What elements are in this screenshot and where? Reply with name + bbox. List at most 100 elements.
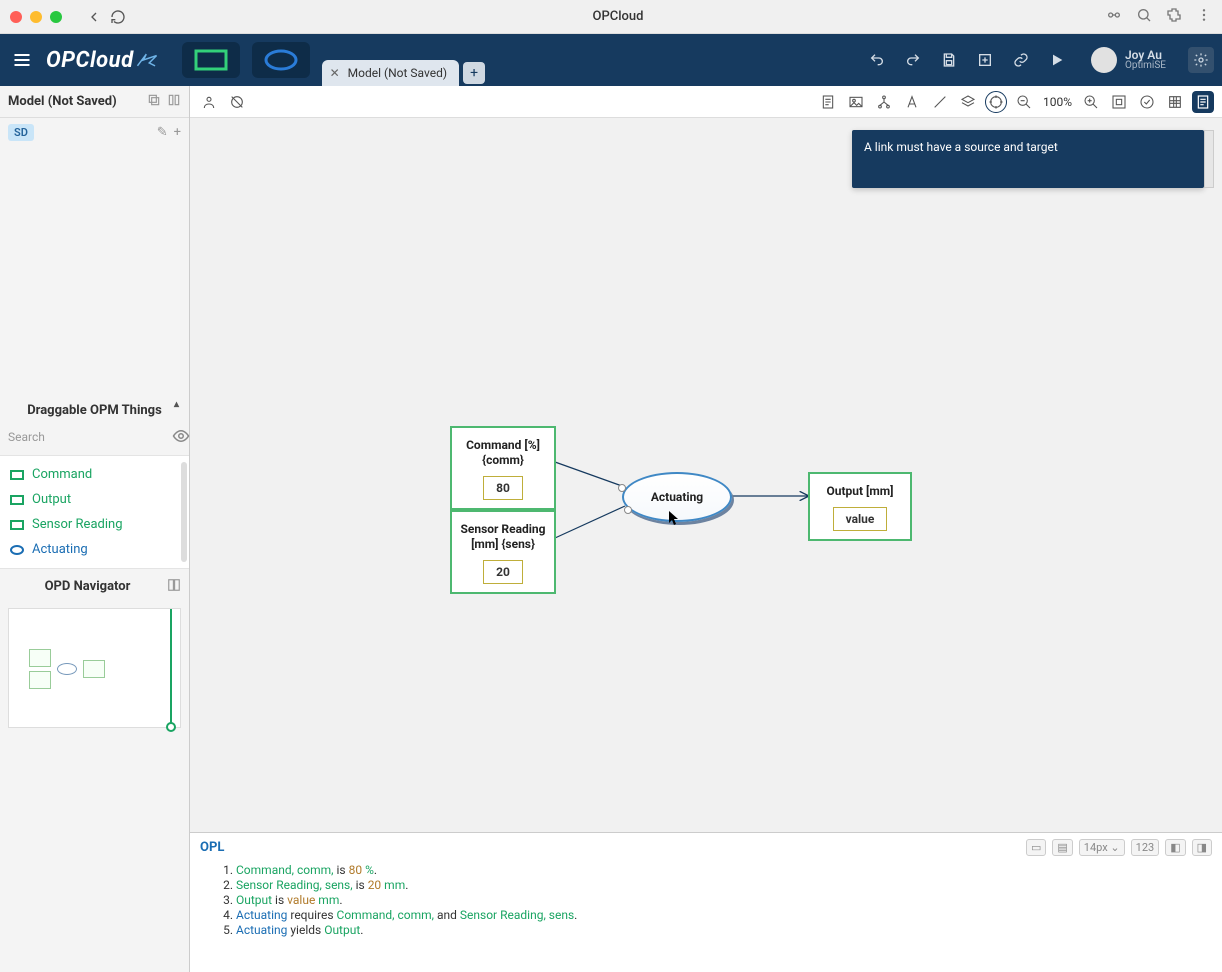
sidebar: Model (Not Saved) SD ✎ + Draggable OPM T…	[0, 86, 190, 972]
sd-chip[interactable]: SD	[8, 124, 34, 141]
opl-line: Command, comm, is 80 %.	[236, 863, 1202, 877]
object-shape-tool[interactable]	[182, 42, 240, 78]
draggable-header: Draggable OPM Things▴	[0, 397, 189, 426]
things-scrollbar[interactable]	[181, 462, 187, 562]
hamburger-menu-button[interactable]	[8, 46, 36, 74]
search-icon[interactable]	[1136, 7, 1152, 27]
opl-panel-toggle-2[interactable]: ◨	[1192, 839, 1212, 856]
back-button[interactable]	[82, 5, 106, 29]
sidebar-model-header: Model (Not Saved)	[0, 86, 189, 118]
validate-button[interactable]	[1136, 91, 1158, 113]
close-window-button[interactable]	[10, 11, 22, 23]
maximize-window-button[interactable]	[50, 11, 62, 23]
top-actions: Joy Au OptimiSE	[867, 47, 1214, 73]
save-button[interactable]	[939, 50, 959, 70]
zoom-level[interactable]: 100%	[1041, 95, 1074, 109]
opd-thumbnail[interactable]	[8, 608, 181, 728]
window-controls	[10, 11, 62, 23]
reload-button[interactable]	[106, 5, 130, 29]
zoom-in-button[interactable]	[1080, 91, 1102, 113]
export-button[interactable]	[975, 50, 995, 70]
vpn-icon[interactable]	[1106, 7, 1122, 27]
avatar	[1091, 47, 1117, 73]
thing-item-sensor-reading[interactable]: Sensor Reading	[0, 512, 189, 537]
hierarchy-icon[interactable]	[873, 91, 895, 113]
opl-header: OPL	[200, 840, 224, 855]
user-chip[interactable]: Joy Au OptimiSE	[1091, 47, 1166, 73]
collapse-icon[interactable]	[167, 92, 181, 111]
opd-navigator-header: OPD Navigator	[0, 569, 189, 604]
things-list: Command Output Sensor Reading Actuating	[0, 455, 189, 569]
window-title: OPCloud	[130, 9, 1106, 24]
copy-icon[interactable]	[147, 92, 161, 111]
settings-button[interactable]	[1188, 47, 1214, 73]
redo-button[interactable]	[903, 50, 923, 70]
opl-view-toggle-2[interactable]: ▤	[1052, 839, 1072, 856]
thing-item-actuating[interactable]: Actuating	[0, 537, 189, 562]
app-logo: OPCloud	[46, 48, 158, 73]
search-input[interactable]	[8, 426, 164, 449]
run-button[interactable]	[1047, 50, 1067, 70]
object-icon	[10, 520, 24, 530]
person-tool-icon[interactable]	[198, 91, 220, 113]
window-titlebar: OPCloud	[0, 0, 1222, 34]
node-title: Sensor Reading [mm] {sens}	[460, 522, 546, 552]
edit-icon[interactable]: ✎	[157, 125, 168, 140]
styles-tool-icon[interactable]	[226, 91, 248, 113]
opl-view-toggle-1[interactable]: ▭	[1026, 839, 1046, 856]
node-title: Command [%] {comm}	[460, 438, 546, 468]
tab-model[interactable]: ✕ Model (Not Saved)	[322, 60, 459, 86]
node-value: value	[833, 507, 888, 531]
tab-add-button[interactable]: +	[463, 62, 485, 84]
node-title: Output [mm]	[818, 484, 902, 499]
minimize-window-button[interactable]	[30, 11, 42, 23]
zoom-out-button[interactable]	[1013, 91, 1035, 113]
undo-button[interactable]	[867, 50, 887, 70]
object-icon	[10, 470, 24, 480]
cursor-icon	[668, 510, 680, 526]
add-icon[interactable]: +	[174, 125, 181, 140]
thing-item-command[interactable]: Command	[0, 462, 189, 487]
extension-icon[interactable]	[1166, 7, 1182, 27]
line-tool-icon[interactable]	[929, 91, 951, 113]
tabs-bar: ✕ Model (Not Saved) +	[322, 34, 485, 86]
app-topbar: OPCloud ✕ Model (Not Saved) +	[0, 34, 1222, 86]
visibility-icon[interactable]	[172, 427, 190, 449]
thing-item-output[interactable]: Output	[0, 487, 189, 512]
grid-button[interactable]	[1164, 91, 1186, 113]
opl-line: Actuating requires Command, comm, and Se…	[236, 908, 1202, 922]
object-icon	[10, 495, 24, 505]
model-title: Model (Not Saved)	[8, 94, 117, 109]
opl-body: Command, comm, is 80 %.Sensor Reading, s…	[190, 862, 1222, 946]
opl-panel-toggle-1[interactable]: ◧	[1165, 839, 1185, 856]
layers-icon[interactable]	[957, 91, 979, 113]
node-sensor[interactable]: Sensor Reading [mm] {sens} 20	[450, 510, 556, 594]
canvas-toolbar: 100%	[190, 86, 1222, 118]
canvas[interactable]: A link must have a source and target Com…	[190, 118, 1222, 832]
node-command[interactable]: Command [%] {comm} 80	[450, 426, 556, 510]
fit-screen-button[interactable]	[1108, 91, 1130, 113]
user-org: OptimiSE	[1125, 61, 1166, 71]
link-port[interactable]	[624, 506, 632, 514]
opl-line: Actuating yields Output.	[236, 923, 1202, 937]
node-value: 20	[483, 560, 523, 584]
link-button[interactable]	[1011, 50, 1031, 70]
tab-label: Model (Not Saved)	[348, 66, 447, 80]
node-output[interactable]: Output [mm] value	[808, 472, 912, 541]
layout-icon[interactable]	[167, 577, 181, 596]
node-value: 80	[483, 476, 523, 500]
doc-icon[interactable]	[817, 91, 839, 113]
opl-numbering-toggle[interactable]: 123	[1131, 839, 1160, 856]
menu-dots-icon[interactable]	[1196, 7, 1212, 27]
target-tool-icon[interactable]	[985, 91, 1007, 113]
collapse-triangle-icon[interactable]: ▴	[174, 399, 179, 410]
text-tool-icon[interactable]	[901, 91, 923, 113]
opl-tools: ▭ ▤ 14px ⌄ 123 ◧ ◨	[1026, 839, 1212, 856]
tab-close-button[interactable]: ✕	[330, 66, 340, 80]
image-icon[interactable]	[845, 91, 867, 113]
process-shape-tool[interactable]	[252, 42, 310, 78]
link-port[interactable]	[618, 484, 626, 492]
opl-panel: OPL ▭ ▤ 14px ⌄ 123 ◧ ◨ Command, comm, is…	[190, 832, 1222, 972]
opl-font-size[interactable]: 14px ⌄	[1079, 839, 1125, 856]
notes-panel-button[interactable]	[1192, 91, 1214, 113]
